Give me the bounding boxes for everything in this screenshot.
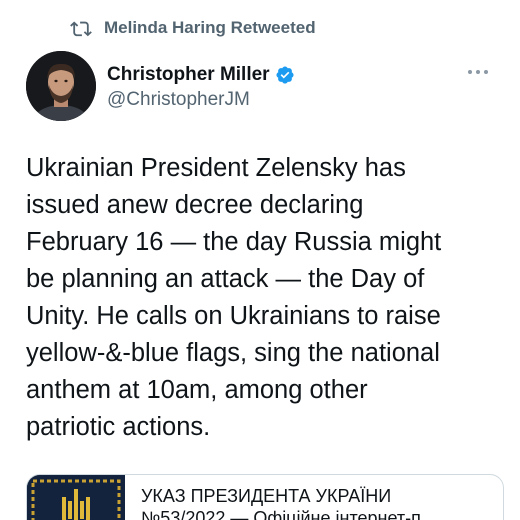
more-options-icon[interactable] [464, 65, 492, 79]
link-card-body: УКАЗ ПРЕЗИДЕНТА УКРАЇНИ №53/2022 — Офіці… [125, 475, 433, 520]
verified-badge-icon [275, 65, 295, 85]
link-card-subtitle: №53/2022 — Офіційне інтернет-п [141, 508, 421, 520]
retweet-context[interactable]: Melinda Haring Retweeted [68, 15, 316, 41]
tweet-text: Ukrainian President Zelensky has issued … [26, 154, 442, 441]
link-card[interactable]: УКАЗ ПРЕЗИДЕНТА УКРАЇНИ №53/2022 — Офіці… [26, 474, 504, 520]
display-name[interactable]: Christopher Miller [107, 64, 270, 86]
link-card-title: УКАЗ ПРЕЗИДЕНТА УКРАЇНИ [141, 486, 392, 506]
author-handle[interactable]: @ChristopherJM [107, 89, 295, 111]
link-card-thumbnail [27, 475, 125, 520]
author-names: Christopher Miller @ChristopherJM [107, 62, 295, 111]
tweet-author: Christopher Miller @ChristopherJM [26, 51, 494, 121]
retweet-label[interactable]: Melinda Haring Retweeted [104, 18, 316, 38]
name-line: Christopher Miller [107, 62, 295, 88]
more-dot [476, 70, 480, 74]
retweet-icon [68, 17, 94, 39]
more-dot [484, 70, 488, 74]
avatar[interactable] [26, 51, 96, 121]
more-dot [468, 70, 472, 74]
